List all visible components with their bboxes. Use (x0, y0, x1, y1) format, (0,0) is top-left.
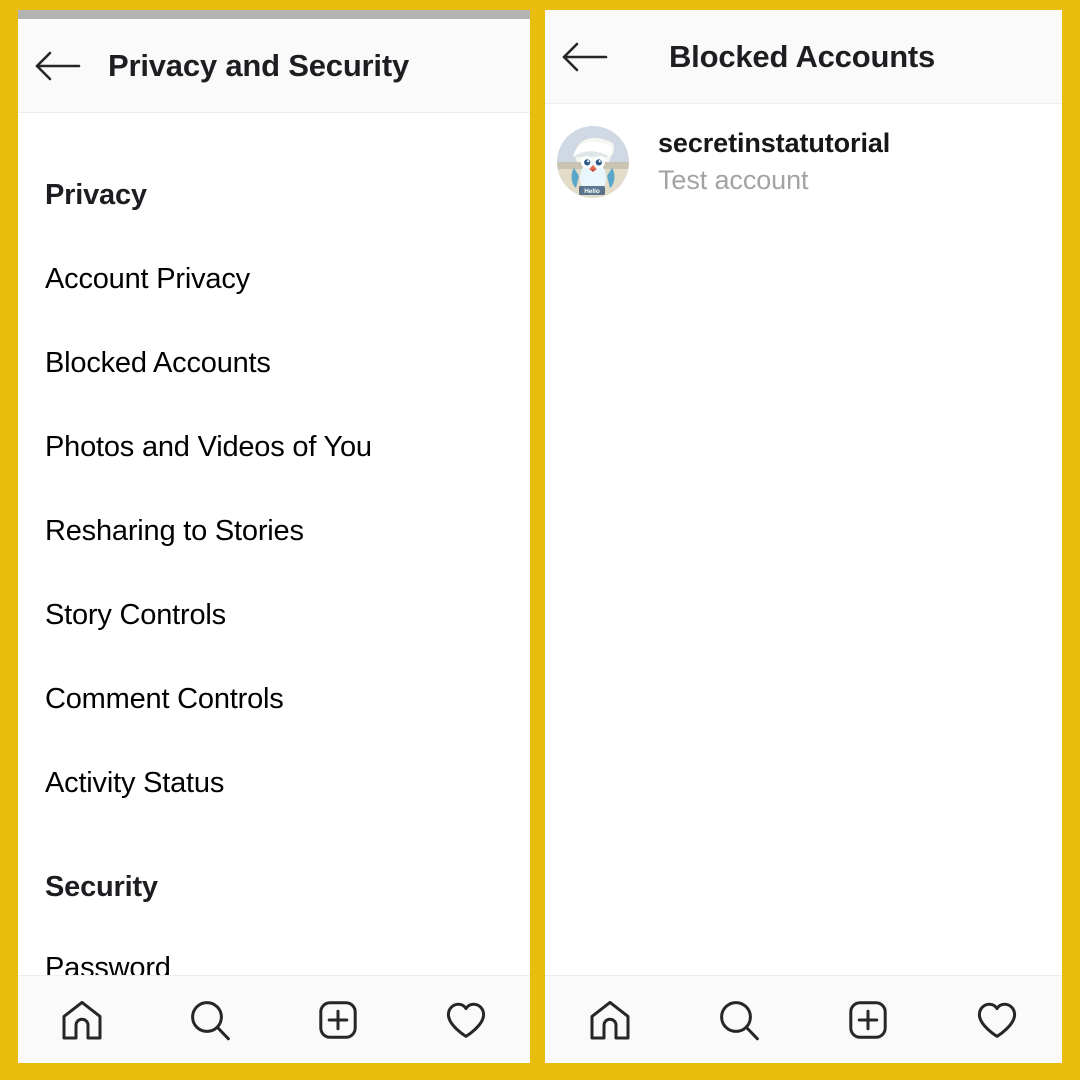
account-full-name: Test account (658, 165, 809, 195)
left-bottom-nav (18, 975, 530, 1063)
svg-text:Hello: Hello (584, 188, 600, 195)
nav-tab-activity[interactable] (933, 996, 1062, 1044)
settings-item-account-privacy[interactable]: Account Privacy (45, 212, 530, 296)
nav-tab-new-post[interactable] (274, 996, 402, 1044)
penguin-avatar: 0%#6b86a8 55%#9db3c9 100%#e8e2d4 0%#a9dc… (557, 126, 629, 198)
nav-tab-activity[interactable] (402, 996, 530, 1044)
account-meta: secretinstatutorial Test account (658, 126, 890, 197)
arrow-left-icon (562, 42, 608, 71)
settings-item-password[interactable]: Password (45, 904, 530, 985)
search-icon (719, 1000, 759, 1040)
settings-item-story-controls[interactable]: Story Controls (45, 548, 530, 632)
settings-list: Privacy Account Privacy Blocked Accounts… (18, 113, 530, 984)
left-app-bar: Privacy and Security (18, 19, 530, 113)
blocked-accounts-screen: Blocked Accounts 0%#6b86a8 55%#9db3c9 10… (545, 10, 1062, 1063)
section-header-security: Security (45, 871, 158, 903)
settings-item-resharing-to-stories[interactable]: Resharing to Stories (45, 464, 530, 548)
add-post-icon (849, 1000, 887, 1039)
arrow-left-icon (35, 51, 81, 80)
section-header-privacy: Privacy (45, 179, 147, 211)
blocked-accounts-list: 0%#6b86a8 55%#9db3c9 100%#e8e2d4 0%#a9dc… (545, 104, 1062, 206)
nav-tab-new-post[interactable] (804, 996, 933, 1044)
privacy-and-security-screen: Privacy and Security Privacy Account Pri… (18, 10, 530, 1063)
back-button[interactable] (18, 49, 96, 83)
right-app-bar: Blocked Accounts (545, 10, 1062, 104)
settings-item-activity-status[interactable]: Activity Status (45, 716, 530, 800)
settings-item-comment-controls[interactable]: Comment Controls (45, 632, 530, 716)
heart-icon (978, 1002, 1017, 1038)
settings-item-blocked-accounts[interactable]: Blocked Accounts (45, 296, 530, 380)
page-title: Privacy and Security (108, 47, 409, 83)
page-title: Blocked Accounts (669, 38, 936, 74)
account-username[interactable]: secretinstatutorial (658, 126, 890, 161)
right-bottom-nav (545, 975, 1062, 1063)
home-icon (590, 1000, 630, 1039)
nav-tab-search[interactable] (674, 996, 803, 1044)
status-bar (18, 10, 530, 19)
list-item[interactable]: 0%#6b86a8 55%#9db3c9 100%#e8e2d4 0%#a9dc… (545, 118, 1062, 206)
heart-icon (446, 1002, 486, 1038)
nav-tab-search[interactable] (146, 996, 274, 1044)
nav-tab-home[interactable] (545, 996, 674, 1044)
add-post-icon (319, 1000, 357, 1039)
settings-item-photos-and-videos-of-you[interactable]: Photos and Videos of You (45, 380, 530, 464)
back-button[interactable] (545, 40, 623, 74)
screenshot-canvas: Privacy and Security Privacy Account Pri… (0, 0, 1080, 1080)
search-icon (191, 1000, 230, 1040)
home-icon (62, 1000, 102, 1039)
nav-tab-home[interactable] (18, 996, 146, 1044)
avatar[interactable]: 0%#6b86a8 55%#9db3c9 100%#e8e2d4 0%#a9dc… (557, 126, 629, 198)
